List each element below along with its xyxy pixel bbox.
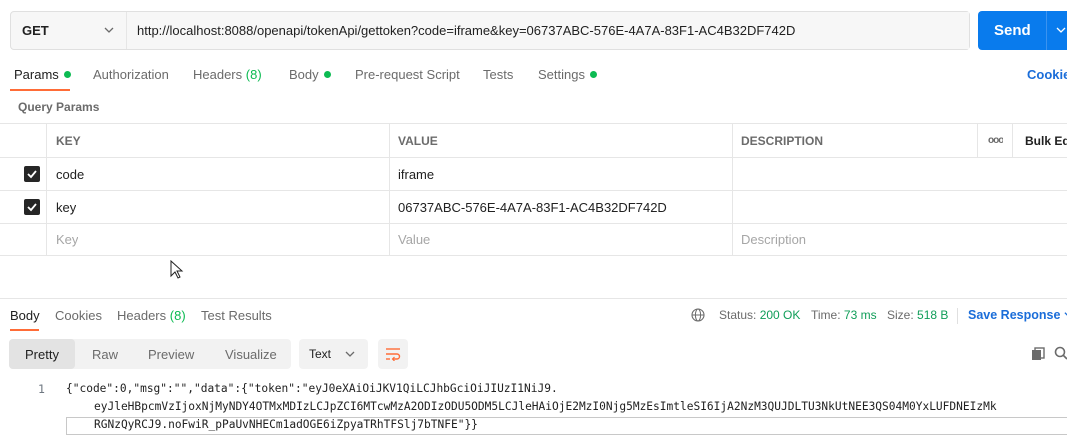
table-header-row: KEY VALUE DESCRIPTION ooo Bulk Edit — [0, 123, 1067, 157]
size-label: Size: — [887, 308, 914, 322]
size-readout: Size: 518 B — [887, 308, 948, 322]
view-mode-group: Pretty Raw Preview Visualize — [9, 339, 291, 369]
tab-authorization[interactable]: Authorization — [93, 67, 169, 82]
save-response-label: Save Response — [968, 308, 1061, 322]
send-button[interactable]: Send — [978, 11, 1067, 50]
chevron-down-icon[interactable] — [1056, 25, 1066, 35]
chevron-down-icon — [104, 27, 114, 33]
response-tab-headers[interactable]: Headers (8) — [117, 308, 186, 323]
new-description-input[interactable]: Description — [741, 224, 806, 255]
tab-settings-label: Settings — [538, 67, 585, 82]
format-select[interactable]: Text — [299, 339, 368, 369]
tab-body-label: Body — [289, 67, 319, 82]
save-response-button[interactable]: Save Response — [968, 308, 1067, 322]
tab-settings[interactable]: Settings — [538, 67, 597, 82]
active-tab-indicator — [10, 89, 70, 91]
method-select[interactable]: GET — [11, 12, 127, 49]
divider — [957, 308, 958, 324]
tab-headers-label: Headers — [193, 67, 243, 82]
status-dot-icon — [63, 71, 71, 78]
row-checkbox[interactable] — [24, 158, 40, 190]
response-headers-count: (8) — [169, 308, 186, 323]
request-tabs: Params Authorization Headers (8) Body Pr… — [0, 58, 1067, 92]
row-checkbox[interactable] — [24, 191, 40, 223]
checkmark-icon — [24, 166, 40, 182]
table-row-empty: Key Value Description — [0, 223, 1067, 256]
time-value: 73 ms — [843, 308, 877, 322]
table-row: key 06737ABC-576E-4A7A-83F1-AC4B32DF742D — [0, 190, 1067, 223]
chevron-down-icon — [345, 351, 355, 357]
time-label: Time: — [811, 308, 841, 322]
response-body-line: RGNzQyRCJ9.noFwiR_pPaUvNHECm1adOGE6iZpya… — [94, 418, 478, 431]
line-number: 1 — [38, 382, 45, 396]
format-label: Text — [309, 347, 332, 361]
param-value[interactable]: 06737ABC-576E-4A7A-83F1-AC4B32DF742D — [398, 191, 667, 223]
new-value-input[interactable]: Value — [398, 224, 430, 255]
send-label: Send — [994, 22, 1031, 39]
response-tab-test-results[interactable]: Test Results — [201, 308, 272, 323]
column-key: KEY — [56, 133, 81, 148]
send-divider — [1046, 11, 1047, 50]
cookies-link[interactable]: Cookies — [1027, 67, 1067, 82]
response-tab-cookies[interactable]: Cookies — [55, 308, 102, 323]
tab-params[interactable]: Params — [14, 67, 71, 82]
table-row: code iframe — [0, 157, 1067, 190]
method-label: GET — [22, 23, 49, 38]
more-options-icon[interactable]: ooo — [988, 124, 1003, 157]
response-headers-label: Headers — [117, 308, 167, 323]
globe-icon[interactable] — [691, 308, 705, 322]
view-pretty-button[interactable]: Pretty — [9, 339, 75, 369]
time-readout: Time: 73 ms — [811, 308, 877, 322]
column-description: DESCRIPTION — [741, 133, 824, 148]
tab-pre-request-script[interactable]: Pre-request Script — [355, 67, 460, 82]
response-tabs: Body Cookies Headers (8) Test Results St… — [0, 298, 1067, 331]
tab-tests[interactable]: Tests — [483, 67, 513, 82]
tab-body[interactable]: Body — [289, 67, 331, 82]
wrap-lines-button[interactable] — [378, 339, 408, 369]
view-visualize-button[interactable]: Visualize — [225, 339, 277, 369]
view-raw-button[interactable]: Raw — [92, 339, 118, 369]
status-readout: Status: 200 OK — [719, 308, 800, 322]
response-body-line: {"code":0,"msg":"","data":{"token":"eyJ0… — [66, 382, 558, 395]
response-tab-body[interactable]: Body — [10, 308, 40, 323]
size-value: 518 B — [917, 308, 949, 322]
new-key-input[interactable]: Key — [56, 224, 78, 255]
tab-params-label: Params — [14, 67, 59, 82]
url-text: http://localhost:8088/openapi/tokenApi/g… — [137, 23, 796, 38]
copy-icon[interactable] — [1031, 347, 1045, 361]
tab-headers[interactable]: Headers (8) — [193, 67, 262, 82]
active-response-tab-indicator — [10, 329, 39, 331]
url-input[interactable]: http://localhost:8088/openapi/tokenApi/g… — [127, 12, 969, 49]
view-preview-button[interactable]: Preview — [148, 339, 194, 369]
search-icon[interactable] — [1054, 346, 1067, 360]
checkmark-icon — [24, 199, 40, 215]
status-label: Status: — [719, 308, 757, 322]
wrap-lines-icon — [386, 348, 401, 361]
param-key[interactable]: key — [56, 191, 76, 223]
mouse-cursor-icon — [170, 260, 184, 279]
status-dot-icon — [323, 71, 331, 78]
request-url-bar: GET http://localhost:8088/openapi/tokenA… — [10, 11, 970, 50]
headers-count: (8) — [245, 67, 262, 82]
param-value[interactable]: iframe — [398, 158, 434, 190]
status-dot-icon — [589, 71, 597, 78]
response-body-line: eyJleHBpcmVzIjoxNjMyNDY4OTMxMDIzLCJpZCI6… — [94, 400, 997, 413]
bulk-edit-button[interactable]: Bulk Edit — [1025, 124, 1067, 157]
param-key[interactable]: code — [56, 158, 84, 190]
query-params-title: Query Params — [18, 100, 100, 114]
status-value: 200 OK — [759, 308, 801, 322]
column-value: VALUE — [398, 133, 438, 148]
